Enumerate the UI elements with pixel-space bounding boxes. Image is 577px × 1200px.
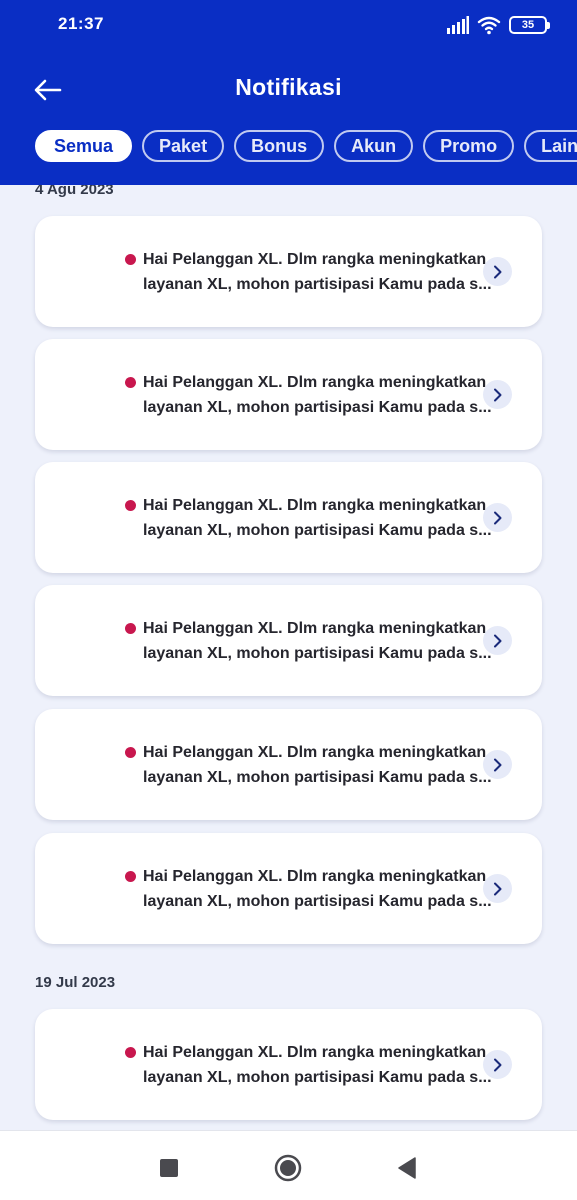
chevron-right-icon (493, 758, 501, 771)
unread-dot (125, 500, 136, 511)
nav-recents-button[interactable] (154, 1153, 184, 1183)
chevron-right-icon (493, 265, 501, 278)
tab-akun[interactable]: Akun (334, 130, 414, 162)
notification-line-2: layanan XL, mohon partisipasi Kamu pada … (143, 645, 492, 662)
notification-card[interactable]: Hai Pelanggan XL. Dlm rangka meningkatka… (35, 833, 542, 944)
notification-text: Hai Pelanggan XL. Dlm rangka meningkatka… (143, 616, 492, 666)
app-header: 21:37 35 Notifikasi Semua Paket Bonus Ak… (0, 0, 577, 185)
notification-line-1: Hai Pelanggan XL. Dlm rangka meningkatka… (143, 744, 487, 761)
notification-line-1: Hai Pelanggan XL. Dlm rangka meningkatka… (143, 497, 487, 514)
tab-semua[interactable]: Semua (35, 130, 133, 162)
notification-text: Hai Pelanggan XL. Dlm rangka meningkatka… (143, 370, 492, 420)
open-notification-button[interactable] (483, 626, 512, 655)
notification-line-2: layanan XL, mohon partisipasi Kamu pada … (143, 893, 492, 910)
notification-text: Hai Pelanggan XL. Dlm rangka meningkatka… (143, 740, 492, 790)
notification-list[interactable]: 4 Agu 2023 Hai Pelanggan XL. Dlm rangka … (0, 185, 577, 1130)
notification-line-2: layanan XL, mohon partisipasi Kamu pada … (143, 769, 492, 786)
notification-card[interactable]: Hai Pelanggan XL. Dlm rangka meningkatka… (35, 1009, 542, 1120)
tab-lainnya[interactable]: Lainnya (524, 130, 577, 162)
notification-line-1: Hai Pelanggan XL. Dlm rangka meningkatka… (143, 251, 487, 268)
wifi-icon (477, 16, 501, 35)
open-notification-button[interactable] (483, 503, 512, 532)
open-notification-button[interactable] (483, 1050, 512, 1079)
status-bar: 21:37 35 (0, 0, 577, 50)
date-header: 4 Agu 2023 (35, 185, 114, 198)
battery-level: 35 (521, 18, 535, 31)
status-time: 21:37 (58, 14, 104, 33)
unread-dot (125, 1047, 136, 1058)
notification-card[interactable]: Hai Pelanggan XL. Dlm rangka meningkatka… (35, 339, 542, 450)
chevron-right-icon (493, 882, 501, 895)
nav-home-button[interactable] (273, 1153, 303, 1183)
chevron-right-icon (493, 634, 501, 647)
unread-dot (125, 623, 136, 634)
notification-card[interactable]: Hai Pelanggan XL. Dlm rangka meningkatka… (35, 585, 542, 696)
notification-text: Hai Pelanggan XL. Dlm rangka meningkatka… (143, 493, 492, 543)
nav-back-button[interactable] (392, 1153, 422, 1183)
notification-line-2: layanan XL, mohon partisipasi Kamu pada … (143, 276, 492, 293)
circle-icon (274, 1154, 302, 1182)
signal-icon (447, 16, 469, 34)
system-nav-bar (0, 1130, 577, 1200)
notification-line-2: layanan XL, mohon partisipasi Kamu pada … (143, 1069, 492, 1086)
tab-promo[interactable]: Promo (423, 130, 515, 162)
notification-line-1: Hai Pelanggan XL. Dlm rangka meningkatka… (143, 620, 487, 637)
status-icons: 35 (447, 14, 550, 36)
notification-line-1: Hai Pelanggan XL. Dlm rangka meningkatka… (143, 868, 487, 885)
open-notification-button[interactable] (483, 750, 512, 779)
square-icon (160, 1159, 178, 1177)
battery-icon: 35 (509, 16, 550, 34)
notification-text: Hai Pelanggan XL. Dlm rangka meningkatka… (143, 247, 492, 297)
notification-card[interactable]: Hai Pelanggan XL. Dlm rangka meningkatka… (35, 216, 542, 327)
open-notification-button[interactable] (483, 874, 512, 903)
notification-card[interactable]: Hai Pelanggan XL. Dlm rangka meningkatka… (35, 709, 542, 820)
triangle-back-icon (398, 1157, 416, 1179)
notification-line-1: Hai Pelanggan XL. Dlm rangka meningkatka… (143, 1044, 487, 1061)
notification-line-1: Hai Pelanggan XL. Dlm rangka meningkatka… (143, 374, 487, 391)
unread-dot (125, 254, 136, 265)
chevron-right-icon (493, 1058, 501, 1071)
tab-paket[interactable]: Paket (142, 130, 225, 162)
notification-card[interactable]: Hai Pelanggan XL. Dlm rangka meningkatka… (35, 462, 542, 573)
unread-dot (125, 377, 136, 388)
open-notification-button[interactable] (483, 257, 512, 286)
notification-line-2: layanan XL, mohon partisipasi Kamu pada … (143, 399, 492, 416)
notification-text: Hai Pelanggan XL. Dlm rangka meningkatka… (143, 864, 492, 914)
chevron-right-icon (493, 388, 501, 401)
open-notification-button[interactable] (483, 380, 512, 409)
unread-dot (125, 747, 136, 758)
date-header: 19 Jul 2023 (35, 974, 116, 991)
chevron-right-icon (493, 511, 501, 524)
filter-tabs: Semua Paket Bonus Akun Promo Lainnya (35, 130, 577, 162)
page-title: Notifikasi (235, 74, 342, 100)
unread-dot (125, 871, 136, 882)
notification-text: Hai Pelanggan XL. Dlm rangka meningkatka… (143, 1040, 492, 1090)
notification-line-2: layanan XL, mohon partisipasi Kamu pada … (143, 522, 492, 539)
tab-bonus[interactable]: Bonus (234, 130, 325, 162)
